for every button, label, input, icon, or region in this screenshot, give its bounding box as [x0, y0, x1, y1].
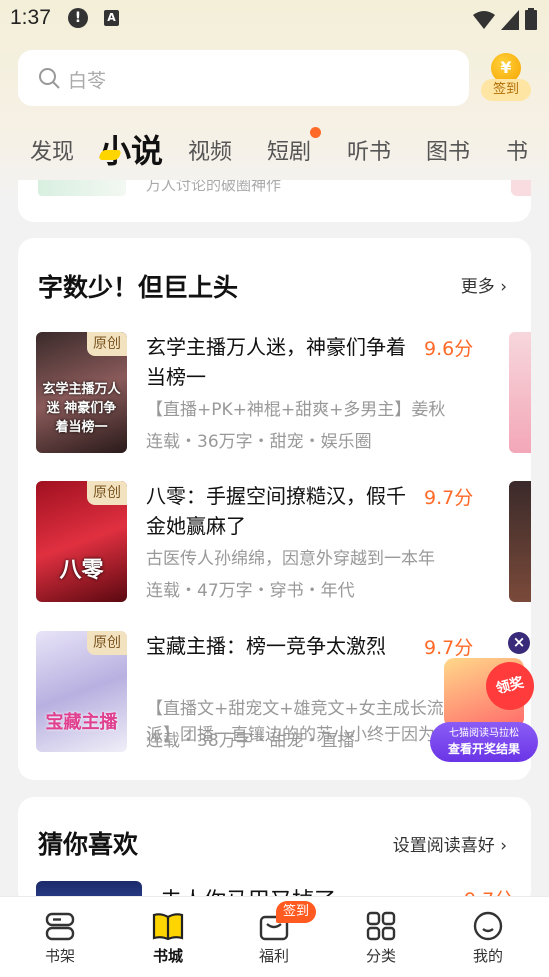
bottom-nav: 书架 书城 签到 福利 分类 我的 — [0, 896, 549, 977]
tab-discover[interactable]: 发现 — [30, 134, 74, 166]
nav-label: 书城 — [152, 947, 183, 965]
search-placeholder: 白苓 — [68, 70, 107, 92]
book-title: 玄学主播万人迷，神豪们争着当榜一 — [146, 335, 406, 389]
nav-bookshelf[interactable]: 书架 — [20, 897, 100, 977]
category-grid-icon — [366, 911, 396, 941]
book-desc: 【直播+PK+神棍+甜爽+多男主】姜秋 — [146, 400, 446, 420]
promo-title: 查看开奖结果 — [447, 742, 520, 756]
original-badge: 原创 — [87, 332, 127, 356]
app-notification-icon: A — [104, 10, 119, 26]
category-tabs: 发现 小说 视频 短剧 听书 图书 书 — [0, 120, 549, 178]
status-time: 1:37 — [10, 6, 51, 29]
book-score: 9.7分 — [424, 487, 474, 509]
original-badge: 原创 — [87, 481, 127, 505]
nav-bookstore[interactable]: 书城 — [128, 897, 208, 977]
more-link[interactable]: 更多 › — [461, 272, 507, 297]
book-meta: 连载・47万字・穿书・年代 — [146, 581, 355, 601]
tab-more-cut[interactable]: 书 — [506, 134, 528, 166]
book-title: 八零：手握空间撩糙汉，假千金她赢麻了 — [146, 484, 406, 538]
bookstore-icon — [152, 913, 184, 941]
book-cover: 原创 八零 — [36, 481, 127, 602]
battery-icon — [525, 8, 537, 30]
tab-video[interactable]: 视频 — [188, 134, 232, 166]
nav-label: 书架 — [44, 947, 75, 965]
tab-books[interactable]: 图书 — [426, 134, 470, 166]
nav-welfare[interactable]: 签到 福利 — [234, 897, 316, 977]
signin-badge: 签到 — [276, 901, 316, 923]
promo-pill[interactable]: 七猫阅读马拉松 查看开奖结果 — [430, 722, 538, 762]
side-cover[interactable] — [511, 180, 531, 196]
marathon-promo[interactable]: 领奖 × 七猫阅读马拉松 查看开奖结果 — [430, 632, 540, 766]
search-icon — [39, 68, 60, 89]
book-meta: 连载・36万字・甜宠・娱乐圈 — [146, 432, 372, 452]
book-item[interactable]: 原创 八零 八零：手握空间撩糙汉，假千金她赢麻了 9.7分 古医传人孙绵绵，因意… — [36, 481, 516, 603]
preference-label: 设置阅读喜好 — [392, 836, 495, 856]
nav-category[interactable]: 分类 — [341, 897, 421, 977]
book-desc: 古医传人孙绵绵，因意外穿越到一本年 — [146, 549, 435, 569]
book-score: 9.6分 — [424, 338, 474, 360]
nav-profile[interactable]: 我的 — [448, 897, 528, 977]
previous-card: 万人讨论的破圈神作 — [18, 180, 531, 222]
status-bar: 1:37 ! A — [0, 0, 549, 38]
chevron-right-icon: › — [500, 836, 507, 856]
recommend-section: 猜你喜欢 设置阅读喜好 › 夫人你马甲又掉了 9.7分 — [18, 797, 531, 907]
book-cover[interactable] — [38, 180, 126, 196]
promo-subtitle: 七猫阅读马拉松 — [449, 728, 519, 739]
reading-preference-link[interactable]: 设置阅读喜好 › — [393, 831, 507, 856]
book-snippet: 万人讨论的破圈神作 — [146, 180, 282, 194]
nav-label: 分类 — [365, 947, 396, 965]
side-cover[interactable] — [509, 332, 531, 453]
tab-new-dot — [310, 127, 321, 138]
alert-icon: ! — [68, 8, 88, 28]
book-title: 宝藏主播：榜一竞争太激烈 — [146, 634, 386, 658]
more-label: 更多 — [460, 277, 495, 297]
tab-short-drama[interactable]: 短剧 — [267, 134, 311, 166]
original-badge: 原创 — [87, 631, 127, 655]
close-icon[interactable]: × — [508, 632, 530, 654]
status-right — [473, 8, 537, 30]
side-cover[interactable] — [509, 481, 531, 602]
cover-title: 八零 — [59, 558, 104, 583]
wifi-icon — [473, 11, 495, 29]
book-cover: 原创 玄学主播万人迷 神豪们争着当榜一 — [36, 332, 127, 453]
book-meta: 连载・38万字・甜宠・直播 — [146, 731, 355, 751]
signin-button[interactable]: ¥ 签到 — [481, 52, 531, 104]
cover-title: 宝藏主播 — [45, 712, 118, 733]
chevron-right-icon: › — [500, 277, 507, 297]
cover-title: 玄学主播万人迷 神豪们争着当榜一 — [42, 382, 121, 435]
tab-audiobook[interactable]: 听书 — [347, 134, 391, 166]
tab-novel[interactable]: 小说 — [99, 126, 163, 172]
bookshelf-icon — [45, 912, 75, 941]
signal-icon — [501, 10, 519, 30]
section-title: 猜你喜欢 — [38, 830, 139, 859]
search-input[interactable]: 白苓 — [18, 50, 469, 106]
profile-face-icon — [473, 911, 503, 941]
nav-label: 我的 — [472, 947, 503, 965]
book-cover: 原创 宝藏主播 — [36, 631, 127, 752]
signin-label: 签到 — [481, 79, 531, 101]
section-title: 字数少！但巨上头 — [38, 273, 239, 302]
nav-label: 福利 — [258, 947, 289, 965]
book-item[interactable]: 原创 玄学主播万人迷 神豪们争着当榜一 玄学主播万人迷，神豪们争着当榜一 9.6… — [36, 332, 516, 454]
